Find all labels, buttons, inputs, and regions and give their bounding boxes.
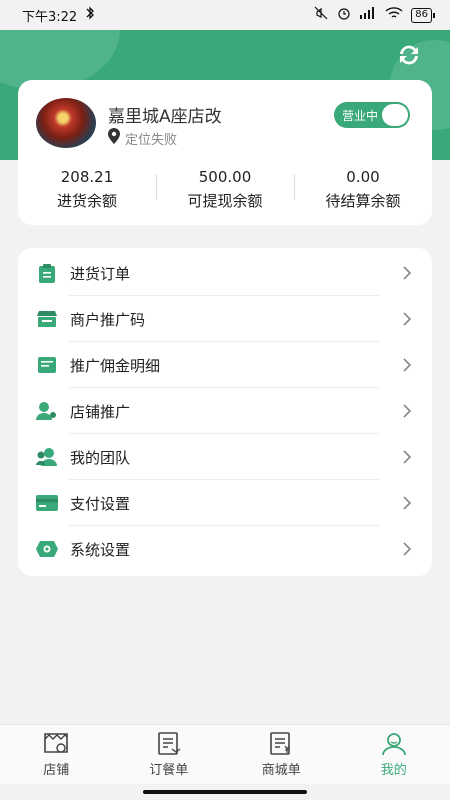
menu-item-my-team[interactable]: 我的团队: [18, 434, 432, 480]
chevron-right-icon: [403, 404, 412, 418]
location-text: 定位失败: [125, 132, 178, 148]
menu-item-label: 推广佣金明细: [70, 356, 161, 375]
tab-label: 店铺: [43, 762, 70, 778]
tab-mine[interactable]: 我的: [338, 725, 450, 784]
wifi-icon: [385, 6, 403, 24]
menu-item-label: 系统设置: [70, 540, 131, 559]
chevron-right-icon: [403, 542, 412, 556]
balance-withdrawable[interactable]: 500.00 可提现余额: [156, 168, 294, 211]
bluetooth-icon: [85, 6, 95, 24]
tab-label: 订餐单: [149, 762, 189, 778]
chevron-right-icon: [403, 450, 412, 464]
tab-mall-orders[interactable]: 商城单: [225, 725, 338, 784]
store-icon: [36, 308, 58, 330]
menu-item-commission-details[interactable]: 推广佣金明细: [18, 342, 432, 388]
balance-label: 可提现余额: [187, 192, 263, 210]
signal-icon: [359, 7, 377, 23]
menu-item-label: 支付设置: [70, 494, 131, 513]
receipt-icon: [36, 354, 58, 376]
profile-card: 嘉里城A座店改 定位失败 营业中 208.21 进货余额 500.00 可提现余…: [18, 80, 432, 225]
chevron-right-icon: [403, 312, 412, 326]
chevron-right-icon: [403, 266, 412, 280]
refresh-icon: [400, 45, 418, 65]
chevron-right-icon: [403, 358, 412, 372]
balance-value: 208.21: [60, 168, 114, 186]
balance-label: 进货余额: [56, 192, 117, 210]
home-indicator[interactable]: [143, 790, 307, 794]
menu-list: 进货订单 商户推广码 推广佣金明细 店铺推广 我的团队 支付设置 系统设置: [18, 248, 432, 576]
location[interactable]: 定位失败: [108, 128, 177, 148]
status-time: 下午3:22: [22, 9, 78, 25]
menu-item-purchase-orders[interactable]: 进货订单: [18, 250, 432, 296]
menu-item-label: 店铺推广: [70, 402, 131, 421]
menu-item-label: 我的团队: [70, 448, 131, 467]
toggle-knob: [382, 104, 408, 126]
balance-value: 500.00: [198, 168, 252, 186]
team-icon: [36, 446, 58, 468]
tab-shop[interactable]: 店铺: [0, 725, 113, 784]
business-status-toggle[interactable]: 营业中: [334, 102, 410, 128]
status-bar: 下午3:22 86: [0, 0, 450, 30]
order-icon: [157, 731, 181, 755]
menu-item-system-settings[interactable]: 系统设置: [18, 526, 432, 572]
menu-item-label: 进货订单: [70, 264, 131, 283]
refresh-button[interactable]: [394, 40, 424, 70]
battery-indicator: 86: [411, 7, 435, 23]
bottom-tab-bar: 店铺 订餐单 商城单 我的: [0, 724, 450, 784]
store-avatar[interactable]: [36, 98, 96, 148]
store-name: 嘉里城A座店改: [108, 107, 222, 127]
chevron-right-icon: [403, 496, 412, 510]
menu-item-payment-settings[interactable]: 支付设置: [18, 480, 432, 526]
tab-label: 我的: [380, 762, 407, 778]
clipboard-icon: [36, 262, 58, 284]
mute-icon: [313, 6, 329, 24]
profile-icon: [381, 732, 406, 755]
balance-label: 待结算余额: [325, 192, 401, 210]
location-pin-icon: [108, 128, 120, 148]
balance-value: 0.00: [346, 168, 380, 186]
balance-pending[interactable]: 0.00 待结算余额: [294, 168, 432, 211]
balance-stats: 208.21 进货余额 500.00 可提现余额 0.00 待结算余额: [18, 168, 432, 211]
menu-item-merchant-qrcode[interactable]: 商户推广码: [18, 296, 432, 342]
menu-item-store-promotion[interactable]: 店铺推广: [18, 388, 432, 434]
menu-item-label: 商户推广码: [70, 310, 146, 329]
tab-label: 商城单: [261, 762, 301, 778]
eye-settings-icon: [36, 538, 58, 560]
alarm-icon: [337, 6, 351, 24]
shop-icon: [44, 732, 69, 753]
balance-purchase[interactable]: 208.21 进货余额: [18, 168, 156, 211]
card-icon: [36, 492, 58, 514]
person-share-icon: [36, 400, 58, 422]
mall-order-icon: [270, 731, 291, 755]
business-status-label: 营业中: [342, 108, 379, 123]
tab-food-orders[interactable]: 订餐单: [113, 725, 226, 784]
